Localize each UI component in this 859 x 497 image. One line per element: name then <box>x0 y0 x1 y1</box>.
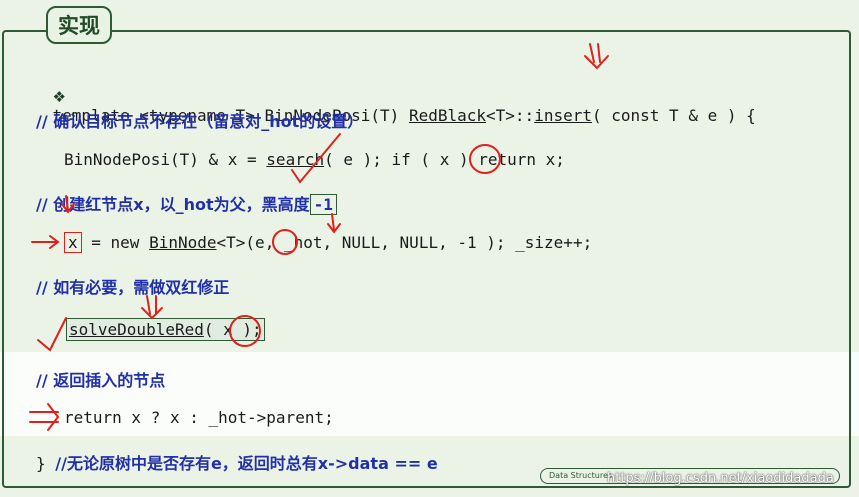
solve-call: solveDoubleRed <box>69 320 204 339</box>
code-line-new-node: x = new BinNode<T>(e, _hot, NULL, NULL, … <box>64 232 593 253</box>
black-height-box: -1 <box>309 194 337 215</box>
comment-double-red: // 如有必要，需做双红修正 <box>36 278 230 297</box>
search-suffix: ) return x; <box>449 150 565 169</box>
binnode-e: e <box>255 233 265 252</box>
solve-open: ( <box>203 320 224 339</box>
watermark: https://blog.csdn.net/xiaodidadada <box>607 471 834 486</box>
code-line-closing: } //无论原树中是否存有e，返回时总有x->data == e <box>36 450 438 474</box>
search-mid: ( e ); if ( <box>324 150 440 169</box>
code-line-return: return x ? x : _hot->parent; <box>64 408 334 427</box>
code-line-signature: ❖ template <typename T> BinNodePosi(T) R… <box>14 68 756 144</box>
solve-close: ); <box>232 320 262 339</box>
solve-x: x <box>223 320 233 339</box>
comment-return: // 返回插入的节点 <box>36 371 166 390</box>
slide-title: 实现 <box>46 6 112 44</box>
comment-confirm: // 确认目标节点不存在（留意对_hot的设置） <box>36 112 364 131</box>
new-mid: = new <box>81 233 150 252</box>
new-x: x <box>64 232 82 253</box>
slide: 实现 ❖ template <typename T> BinNodePosi(T… <box>0 0 859 497</box>
closing-brace: } <box>36 454 56 473</box>
bullet-icon: ❖ <box>52 88 66 106</box>
binnode-class: BinNode <box>149 233 217 252</box>
search-call: search <box>266 150 325 169</box>
code-line-solve: solveDoubleRed( x ); <box>66 318 265 341</box>
code-line-search: BinNodePosi(T) & x = search( e ); if ( x… <box>64 150 565 169</box>
comment-create: // 创建红节点x，以_hot为父，黑高度 -1 <box>36 191 337 215</box>
comment-create-text: // 创建红节点x，以_hot为父，黑高度 <box>36 195 310 214</box>
template-arg: <T>:: <box>486 106 535 125</box>
solve-box: solveDoubleRed( x ); <box>66 318 265 341</box>
search-prefix: BinNodePosi(T) & x = <box>64 150 267 169</box>
search-x: x <box>439 150 450 169</box>
method-name: insert <box>534 106 592 125</box>
signature-suffix: ( const T & e ) { <box>591 106 756 125</box>
binnode-suffix: , _hot, NULL, NULL, -1 ); _size++; <box>264 233 593 252</box>
comment-closing: //无论原树中是否存有e，返回时总有x->data == e <box>55 454 438 473</box>
binnode-t: <T>( <box>216 233 256 252</box>
class-name: RedBlack <box>408 106 487 125</box>
